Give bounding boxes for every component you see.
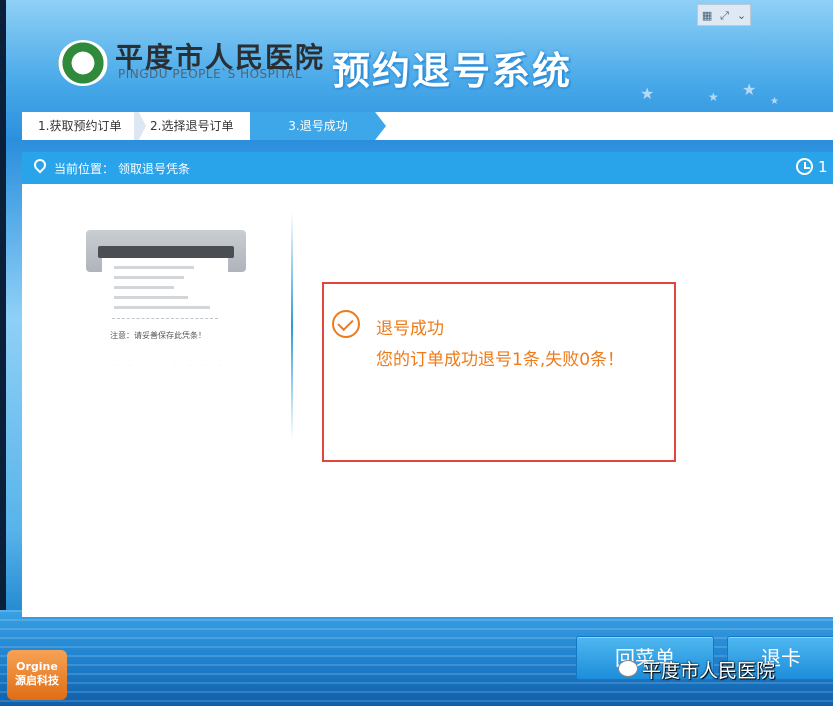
- location-bar: 当前位置： 领取退号凭条 1: [22, 152, 833, 184]
- result-title: 退号成功: [376, 319, 444, 339]
- wechat-icon: [618, 660, 638, 677]
- system-title: 预约退号系统: [332, 49, 573, 93]
- star-decoration: ★: [640, 84, 655, 103]
- result-box: 退号成功 您的订单成功退号1条,失败0条！: [322, 282, 676, 462]
- hospital-name-en: PINGDU PEOPLE`S HOSPITAL: [118, 67, 303, 81]
- receipt-illustration: 注意：请妥善保存此凭条！: [102, 254, 228, 366]
- location-pin-icon: [31, 156, 49, 174]
- expand-icon[interactable]: ⤢: [720, 10, 729, 21]
- receipt-line: [114, 296, 188, 299]
- watermark-text: 平度市人民医院: [642, 660, 776, 682]
- check-circle-icon: [332, 310, 360, 338]
- chevron-down-icon[interactable]: ⌄: [737, 10, 746, 21]
- star-decoration: ★: [742, 80, 757, 99]
- company-logo-line1: Orgine: [16, 660, 58, 673]
- step-separator: [134, 112, 146, 140]
- receipt-line: [114, 286, 174, 289]
- window-controls[interactable]: ▦ ⤢ ⌄: [697, 4, 751, 26]
- step-bar: 1.获取预约订单 2.选择退号订单 3.退号成功: [22, 112, 833, 140]
- step-1: 1.获取预约订单: [38, 119, 122, 133]
- countdown-text: 1: [818, 158, 828, 176]
- receipt-line: [114, 276, 184, 279]
- location-label: 当前位置：: [54, 162, 115, 176]
- receipt-rule: [112, 318, 218, 319]
- star-decoration: ★: [770, 96, 779, 107]
- panel-divider: [291, 212, 293, 440]
- clock-icon: [796, 158, 813, 175]
- kiosk-screen: ★ ★ ★ ★ ▦ ⤢ ⌄ 平度市人民医院 PINGDU PEOPLE`S HO…: [0, 0, 833, 706]
- watermark: 平度市人民医院: [618, 656, 776, 683]
- receipt-line: [114, 306, 210, 309]
- company-logo-line2: 源启科技: [15, 674, 59, 687]
- grid-icon[interactable]: ▦: [702, 10, 712, 21]
- printer-slot: [98, 246, 234, 258]
- step-3-active: 3.退号成功: [250, 112, 386, 140]
- content-panel: 注意：请妥善保存此凭条！ 退号成功 您的订单成功退号1条,失败0条！: [22, 184, 833, 617]
- star-decoration: ★: [708, 90, 719, 104]
- receipt-line: [114, 266, 194, 269]
- company-logo: Orgine 源启科技: [7, 650, 67, 700]
- location-value: 领取退号凭条: [118, 162, 191, 176]
- step-2: 2.选择退号订单: [150, 119, 234, 133]
- receipt-note: 注意：请妥善保存此凭条！: [110, 331, 206, 340]
- result-message: 您的订单成功退号1条,失败0条！: [376, 350, 625, 370]
- hospital-logo-icon: [58, 40, 108, 86]
